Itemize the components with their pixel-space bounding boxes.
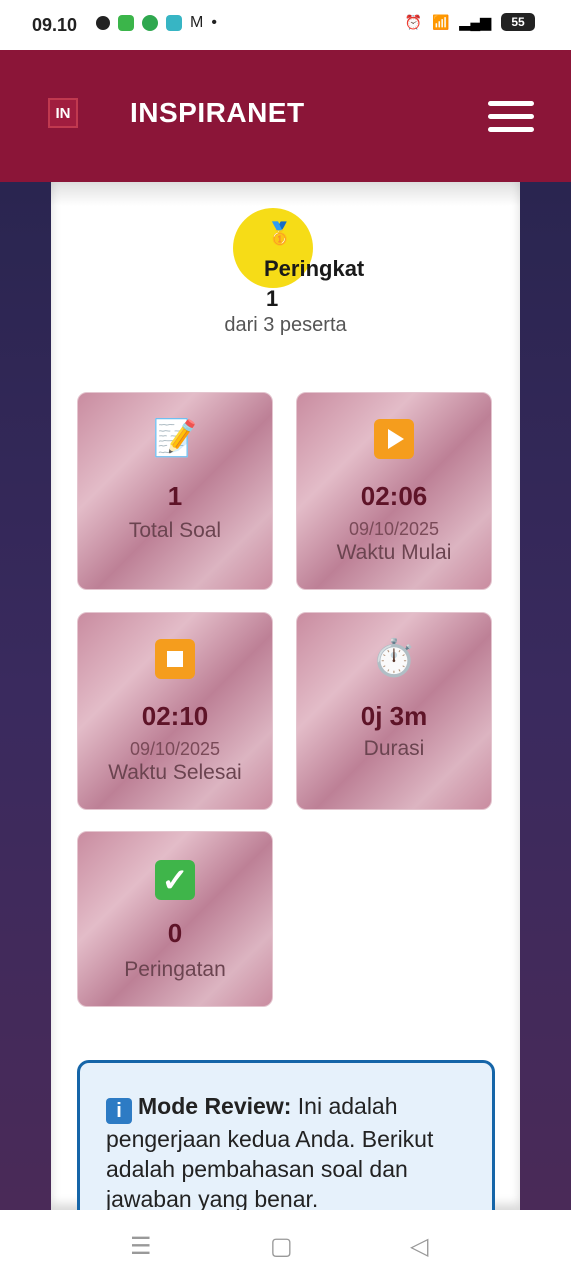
menu-button[interactable] xyxy=(488,101,534,133)
upload-icon xyxy=(142,15,158,31)
check-icon: ✓ xyxy=(78,858,272,900)
stopwatch-icon: ⏱️ xyxy=(371,637,417,678)
total-soal-label: Total Soal xyxy=(128,519,222,542)
header-shadow xyxy=(51,182,520,206)
stat-durasi: ⏱️ 0j 3m Durasi xyxy=(296,612,492,810)
durasi-label: Durasi xyxy=(363,737,425,760)
waktu-mulai-date: 09/10/2025 xyxy=(348,519,440,539)
peringatan-label: Peringatan xyxy=(124,958,226,981)
app-icon-green xyxy=(118,15,134,31)
total-soal-value: 1 xyxy=(167,481,183,511)
status-bar: 09.10 M • ⏰ 📶 ▂▄▆ 55 xyxy=(0,0,571,50)
signal-icon: ▂▄▆ xyxy=(459,13,491,30)
recent-apps-icon[interactable]: ☰ xyxy=(130,1232,152,1261)
chat-icon xyxy=(96,16,110,30)
waktu-mulai-label: Waktu Mulai xyxy=(336,541,452,564)
stat-total-soal: 📝 1 Total Soal xyxy=(77,392,273,590)
durasi-value: 0j 3m xyxy=(360,701,428,731)
review-title: Mode Review: xyxy=(138,1093,292,1119)
waktu-selesai-label: Waktu Selesai xyxy=(108,761,242,784)
stat-waktu-selesai: 02:10 09/10/2025 Waktu Selesai xyxy=(77,612,273,810)
cart-icon xyxy=(166,15,182,31)
peringatan-value: 0 xyxy=(167,918,183,948)
more-dot-icon: • xyxy=(211,14,217,31)
stat-peringatan: ✓ 0 Peringatan xyxy=(77,831,273,1007)
memo-icon: 📝 xyxy=(152,417,198,458)
review-text-block: i Mode Review: Ini adalah pengerjaan kedu… xyxy=(106,1091,478,1214)
rank-subtitle: dari 3 peserta xyxy=(224,314,347,336)
system-nav-bar: ☰ ▢ ◁ xyxy=(0,1210,571,1280)
logo[interactable]: IN xyxy=(48,98,78,128)
gmail-icon: M xyxy=(190,14,204,31)
battery-icon: 55 xyxy=(501,13,535,31)
hamburger-line xyxy=(488,114,534,119)
hamburger-line xyxy=(488,101,534,106)
stat-waktu-mulai: 02:06 09/10/2025 Waktu Mulai xyxy=(296,392,492,590)
back-icon[interactable]: ◁ xyxy=(410,1232,428,1261)
wifi-icon: 📶 xyxy=(432,13,450,30)
notification-icons: M • xyxy=(96,14,217,32)
play-icon xyxy=(297,419,491,468)
alarm-icon: ⏰ xyxy=(404,13,423,30)
brand-title[interactable]: INSPIRANET xyxy=(130,97,305,129)
status-time: 09.10 xyxy=(32,15,78,35)
rank-value: 1 xyxy=(266,286,279,311)
stop-icon xyxy=(78,639,272,688)
info-icon: i xyxy=(106,1098,132,1124)
home-icon[interactable]: ▢ xyxy=(270,1232,293,1261)
medal-icon: 🥇 xyxy=(266,221,294,246)
rank-label: Peringkat xyxy=(264,256,365,281)
waktu-mulai-value: 02:06 xyxy=(360,481,428,511)
waktu-selesai-value: 02:10 xyxy=(141,701,209,731)
waktu-selesai-date: 09/10/2025 xyxy=(129,739,221,759)
hamburger-line xyxy=(488,127,534,132)
